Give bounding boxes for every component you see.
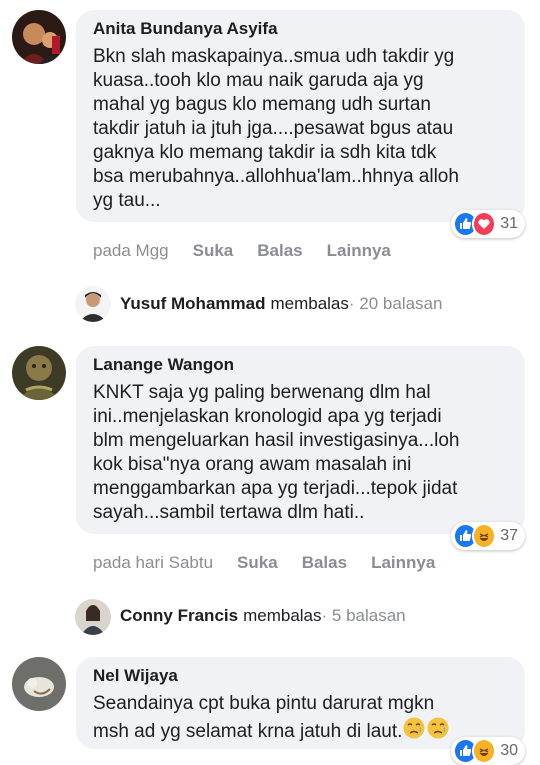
view-replies-link[interactable]: Conny Francis membalas · 5 balasan [120,606,406,626]
comment-text: Seandainya cpt buka pintu darurat mgkn m… [93,692,508,747]
comment-text: Bkn slah maskapainya..smua udh takdir yg… [93,46,459,211]
comment-actions: pada hari Sabtu Suka Balas Lainnya [93,553,459,573]
comment-timestamp[interactable]: pada Mgg [93,241,169,261]
comment-author[interactable]: Nel Wijaya [93,665,508,687]
reply-button[interactable]: Balas [302,553,347,573]
reply-verb: membalas [243,606,322,625]
reply-avatar[interactable] [75,599,111,635]
comment-text: KNKT saja yg paling berwenang dlm hal in… [93,382,460,523]
avatar[interactable] [12,657,66,711]
reply-avatar[interactable] [75,286,111,322]
comment-text-content: Seandainya cpt buka pintu darurat mgkn m… [93,693,435,742]
reply-author[interactable]: Conny Francis [120,606,238,626]
comment-bubble: Anita Bundanya Asyifa Bkn slah maskapain… [76,10,525,222]
more-button[interactable]: Lainnya [371,553,435,573]
reaction-summary[interactable]: 30 [451,737,525,765]
haha-reaction-icon [471,523,497,549]
reply-count[interactable]: · 20 balasan [349,294,443,314]
comment-actions: pada Mgg Suka Balas Lainnya [93,241,415,261]
disappointed-relieved-emoji [426,716,450,747]
avatar[interactable] [12,346,66,400]
love-reaction-icon [471,211,497,237]
avatar[interactable] [12,10,66,64]
more-button[interactable]: Lainnya [327,241,391,261]
comment-bubble: Nel Wijaya Seandainya cpt buka pintu dar… [76,657,525,749]
haha-reaction-icon [471,738,497,764]
comment-author[interactable]: Anita Bundanya Asyifa [93,18,508,40]
reaction-count: 37 [500,527,518,544]
disappointed-relieved-emoji [402,716,426,747]
reply-verb: membalas [270,294,349,313]
comment-author[interactable]: Lanange Wangon [93,354,508,376]
comment-bubble: Lanange Wangon KNKT saja yg paling berwe… [76,346,525,534]
reaction-count: 30 [500,742,518,759]
reply-button[interactable]: Balas [257,241,302,261]
reply-count[interactable]: · 5 balasan [322,606,406,626]
reply-author[interactable]: Yusuf Mohammad [120,294,265,314]
reaction-summary[interactable]: 37 [451,522,525,550]
reaction-summary[interactable]: 31 [451,210,525,238]
view-replies-link[interactable]: Yusuf Mohammad membalas · 20 balasan [120,294,442,314]
comment-timestamp[interactable]: pada hari Sabtu [93,553,213,573]
reaction-count: 31 [500,215,518,232]
like-button[interactable]: Suka [193,241,234,261]
like-button[interactable]: Suka [237,553,278,573]
